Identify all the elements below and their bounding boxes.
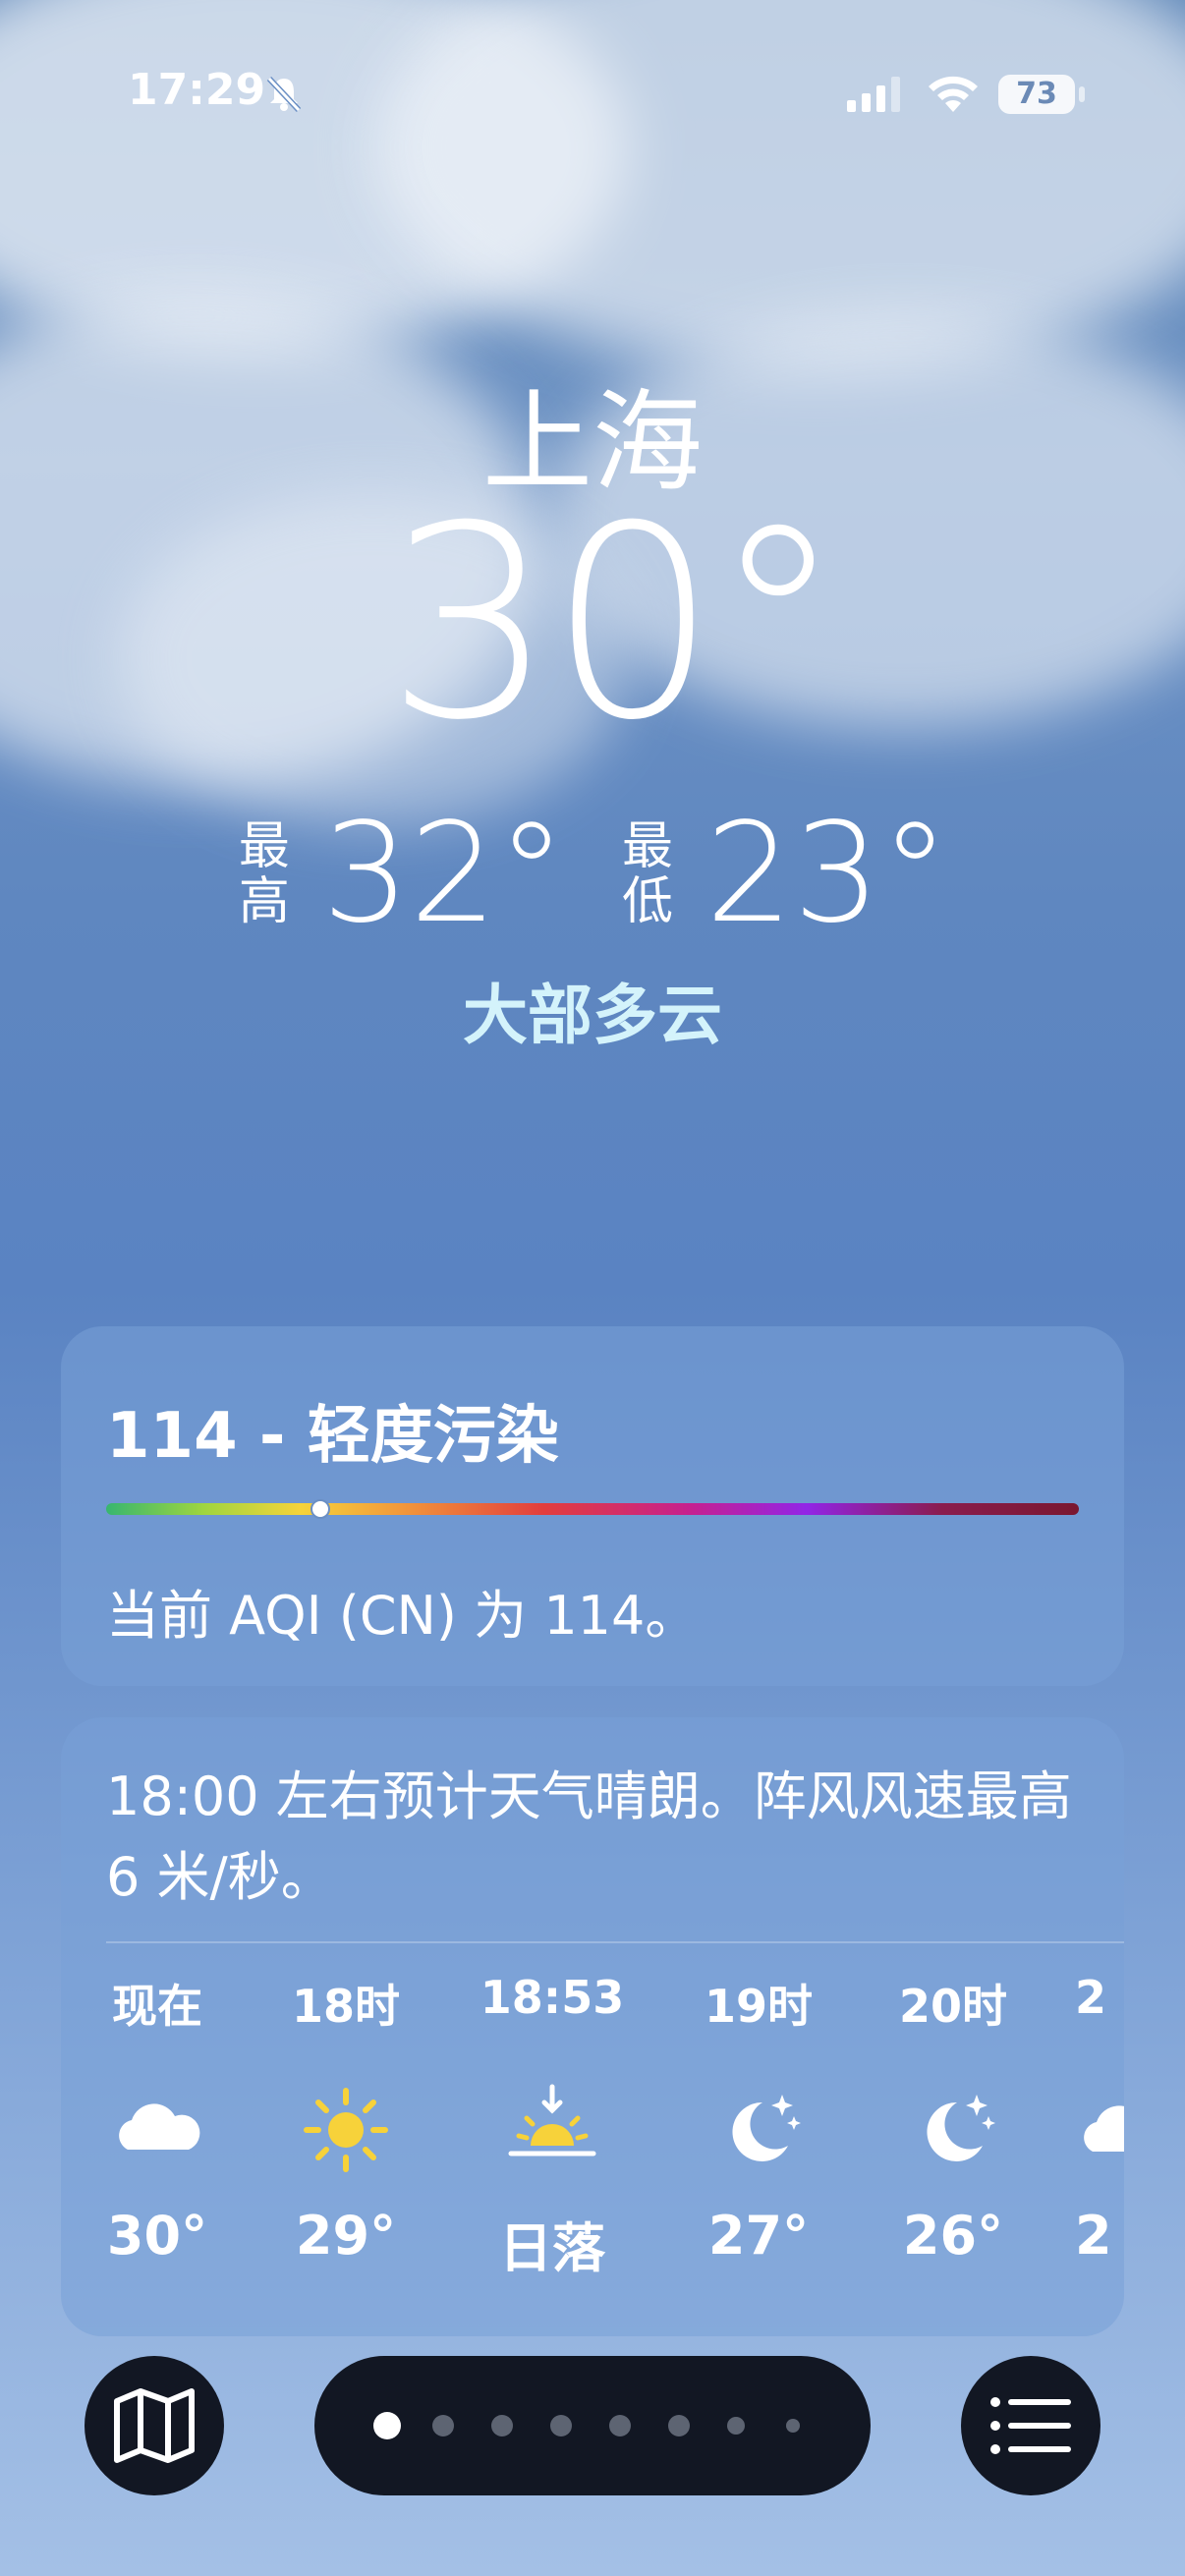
weather-screen: 17:29 73 上海 30° 最高 32° 最低 23° 大部多云 114 -… bbox=[0, 0, 1185, 2576]
battery-level: 73 bbox=[998, 75, 1075, 114]
hour-temperature: 2 bbox=[1075, 2205, 1112, 2267]
hour-temperature: 27° bbox=[707, 2205, 810, 2267]
status-time: 17:29 bbox=[128, 65, 266, 115]
hour-temperature: 30° bbox=[106, 2205, 208, 2267]
hour-time: 2 bbox=[1075, 1971, 1107, 2024]
battery-tip bbox=[1079, 86, 1085, 102]
page-dot bbox=[668, 2415, 690, 2436]
hour-time: 20时 bbox=[898, 1980, 1007, 2033]
wifi-icon bbox=[929, 76, 978, 112]
moon-stars-icon bbox=[732, 2095, 801, 2161]
hour-temperature: 26° bbox=[902, 2205, 1004, 2267]
cloud-shape bbox=[373, 0, 1185, 373]
city-list-button[interactable] bbox=[961, 2356, 1100, 2495]
cloud-icon bbox=[119, 2103, 200, 2150]
hour-temperature: 29° bbox=[295, 2205, 397, 2267]
map-button[interactable] bbox=[85, 2356, 224, 2495]
high-temperature: 32° bbox=[321, 794, 566, 954]
aqi-card[interactable]: 114 - 轻度污染 当前 AQI (CN) 为 114。 bbox=[61, 1326, 1124, 1686]
hour-time: 18:53 bbox=[480, 1971, 625, 2024]
aqi-scale-bar bbox=[106, 1499, 1079, 1519]
current-temperature: 30° bbox=[385, 469, 845, 778]
page-dot bbox=[491, 2415, 513, 2436]
page-dot bbox=[609, 2415, 631, 2436]
bell-slash-icon bbox=[266, 76, 302, 113]
hour-time: 19时 bbox=[704, 1980, 813, 2033]
map-icon bbox=[114, 2388, 195, 2463]
hour-time: 现在 bbox=[112, 1980, 202, 2033]
hourly-summary: 18:00 左右预计天气晴朗。阵风风速最高 6 米/秒。 bbox=[106, 1765, 1072, 1908]
hourly-forecast-card[interactable]: 18:00 左右预计天气晴朗。阵风风速最高 6 米/秒。 现在 30° 18时 bbox=[61, 1717, 1124, 2336]
weather-condition: 大部多云 bbox=[463, 978, 722, 1053]
page-dot bbox=[432, 2415, 454, 2436]
page-dot bbox=[727, 2417, 745, 2435]
hourly-scroll[interactable]: 现在 30° 18时 29° 18:53 日落 19时 27° 20时 26° … bbox=[61, 1963, 1124, 2336]
high-low-row: 最高 32° 最低 23° bbox=[0, 806, 1185, 943]
page-dot bbox=[786, 2419, 800, 2433]
sunset-icon bbox=[508, 2084, 596, 2156]
page-indicator[interactable] bbox=[314, 2356, 871, 2495]
low-label: 最低 bbox=[621, 817, 673, 931]
moon-stars-icon bbox=[927, 2095, 995, 2161]
aqi-title: 114 - 轻度污染 bbox=[106, 1400, 559, 1473]
sun-icon bbox=[304, 2088, 388, 2172]
aqi-indicator bbox=[310, 1499, 330, 1519]
page-dot bbox=[550, 2415, 572, 2436]
high-label: 最高 bbox=[238, 817, 290, 931]
sunset-label: 日落 bbox=[499, 2217, 605, 2279]
divider bbox=[106, 1941, 1124, 1943]
page-dot-active bbox=[373, 2412, 401, 2439]
aqi-description: 当前 AQI (CN) 为 114。 bbox=[106, 1585, 699, 1647]
signal-icon bbox=[847, 77, 900, 112]
cloud-moon-icon bbox=[1084, 2105, 1124, 2152]
low-temperature: 23° bbox=[705, 794, 950, 954]
hour-time: 18时 bbox=[291, 1980, 400, 2033]
list-icon bbox=[990, 2397, 1071, 2454]
